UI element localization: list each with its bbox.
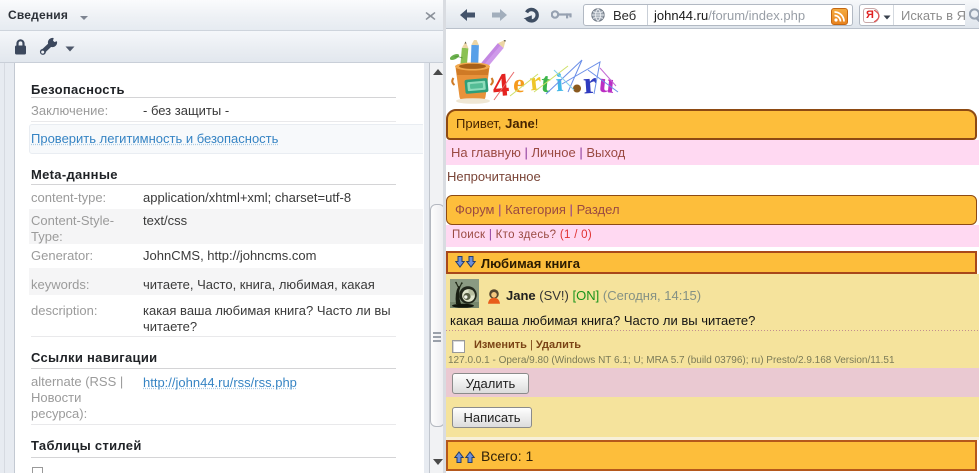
svg-text:4: 4 (491, 67, 511, 104)
svg-text:e: e (512, 69, 526, 99)
